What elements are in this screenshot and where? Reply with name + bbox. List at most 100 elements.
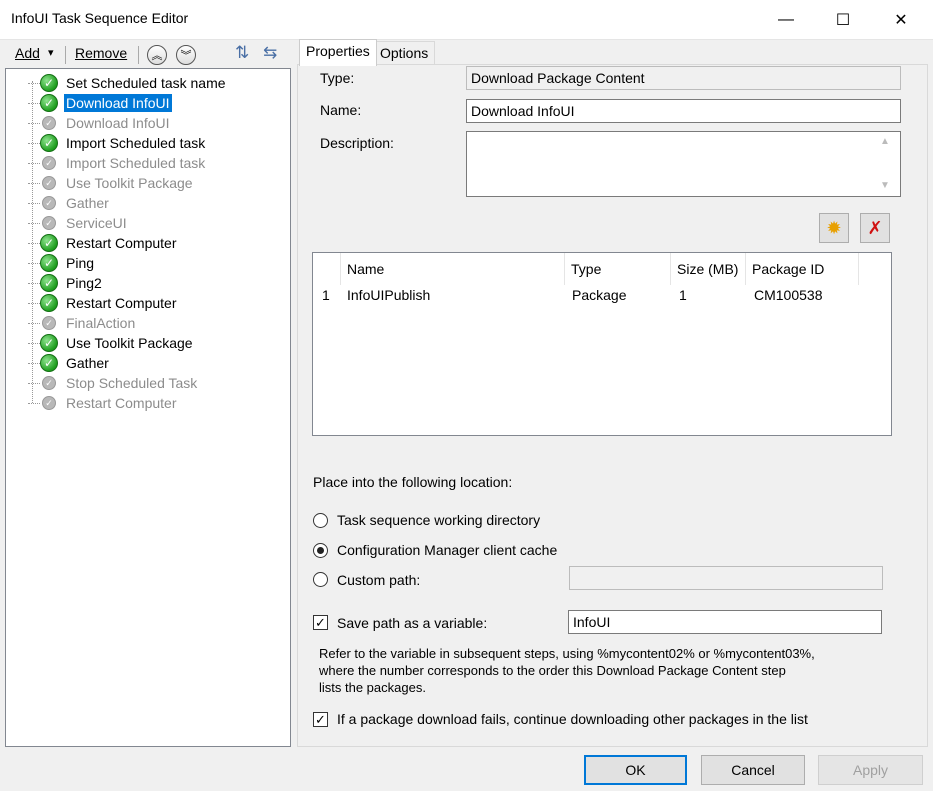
description-input[interactable] bbox=[466, 131, 901, 197]
tree-item-label: ServiceUI bbox=[66, 215, 127, 231]
custom-path-label[interactable]: Custom path: bbox=[337, 572, 420, 588]
tree-toolbar: Add ▾ Remove ︽ ︾ ⇅ ⇆ bbox=[5, 42, 295, 68]
table-row[interactable]: 1 InfoUIPublish Package 1 CM100538 bbox=[313, 286, 891, 306]
save-path-checkbox[interactable]: ✓ bbox=[313, 615, 328, 630]
continue-on-fail-checkbox[interactable]: ✓ bbox=[313, 712, 328, 727]
tree-item[interactable]: ✓ ServiceUI bbox=[6, 213, 286, 233]
tree-item[interactable]: ✓ Gather bbox=[6, 193, 286, 213]
tab-properties[interactable]: Properties bbox=[299, 39, 377, 66]
column-header-type[interactable]: Type bbox=[565, 253, 671, 285]
step-status-icon: ✓ bbox=[40, 134, 58, 152]
tree-item-label: Ping bbox=[66, 255, 95, 271]
tree-item[interactable]: ✓ FinalAction bbox=[6, 313, 286, 333]
column-header-size[interactable]: Size (MB) bbox=[671, 253, 746, 285]
move-up-button[interactable]: ︽ bbox=[147, 45, 167, 65]
tree-item[interactable]: ✓ Stop Scheduled Task bbox=[6, 373, 286, 393]
package-list[interactable]: Name Type Size (MB) Package ID 1 InfoUIP… bbox=[312, 252, 892, 436]
working-directory-label[interactable]: Task sequence working directory bbox=[337, 512, 540, 528]
tree-item-label: Use Toolkit Package bbox=[66, 175, 193, 191]
task-sequence-tree[interactable]: ✓ Set Scheduled task name ✓ Download InfoU… bbox=[5, 68, 291, 747]
maximize-button[interactable]: ☐ bbox=[820, 0, 866, 40]
step-status-icon: ✓ bbox=[42, 376, 56, 390]
maximize-icon: ☐ bbox=[835, 12, 851, 29]
add-dropdown-icon[interactable]: ▾ bbox=[48, 46, 54, 59]
tree-connector bbox=[28, 363, 40, 364]
tree-item[interactable]: ✓ Use Toolkit Package bbox=[6, 173, 286, 193]
tree-item-label: Restart Computer bbox=[66, 235, 177, 251]
tree-item-label: Import Scheduled task bbox=[66, 155, 206, 171]
custom-path-radio[interactable] bbox=[313, 572, 328, 587]
add-menu-button[interactable]: Add bbox=[15, 45, 40, 61]
tree-item[interactable]: ✓ Restart Computer bbox=[6, 293, 286, 313]
column-header-name[interactable]: Name bbox=[341, 253, 565, 285]
custom-path-input bbox=[569, 566, 883, 590]
step-status-icon: ✓ bbox=[42, 196, 56, 210]
tree-item[interactable]: ✓ Gather bbox=[6, 353, 286, 373]
tree-item[interactable]: ✓ Download InfoUI bbox=[6, 113, 286, 133]
title-bar: InfoUI Task Sequence Editor — ☐ ✕ bbox=[0, 0, 933, 40]
toolbar-separator bbox=[138, 46, 139, 64]
step-status-icon: ✓ bbox=[42, 316, 56, 330]
add-package-button[interactable]: ✹ bbox=[819, 213, 849, 243]
scroll-down-icon[interactable]: ▼ bbox=[880, 180, 890, 191]
continue-on-fail-label[interactable]: If a package download fails, continue do… bbox=[337, 711, 808, 727]
tree-item-label: Stop Scheduled Task bbox=[66, 375, 198, 391]
row-type: Package bbox=[572, 287, 627, 303]
move-up-icon: ︽ bbox=[151, 50, 163, 62]
apply-button[interactable]: Apply bbox=[818, 755, 923, 785]
tree-item-label: Import Scheduled task bbox=[66, 135, 206, 151]
tab-options[interactable]: Options bbox=[373, 41, 436, 65]
toolbar-separator bbox=[65, 46, 66, 64]
tree-item-label: FinalAction bbox=[66, 315, 136, 331]
close-icon: ✕ bbox=[894, 12, 908, 29]
column-header[interactable] bbox=[313, 253, 341, 285]
tree-connector bbox=[28, 123, 40, 124]
tree-connector bbox=[28, 103, 40, 104]
indent-icon[interactable]: ⇆ bbox=[263, 43, 277, 63]
new-icon: ✹ bbox=[826, 217, 842, 238]
step-status-icon: ✓ bbox=[42, 216, 56, 230]
step-status-icon: ✓ bbox=[40, 94, 58, 112]
tree-connector bbox=[28, 263, 40, 264]
save-path-input[interactable]: InfoUI bbox=[568, 610, 882, 634]
save-path-label[interactable]: Save path as a variable: bbox=[337, 615, 487, 631]
help-line: where the number corresponds to the orde… bbox=[319, 663, 786, 678]
scroll-up-icon[interactable]: ▲ bbox=[880, 136, 890, 147]
working-directory-radio[interactable] bbox=[313, 513, 328, 528]
ok-button[interactable]: OK bbox=[584, 755, 687, 785]
close-button[interactable]: ✕ bbox=[878, 0, 924, 40]
step-status-icon: ✓ bbox=[40, 254, 58, 272]
tree-item[interactable]: ✓ Import Scheduled task bbox=[6, 153, 286, 173]
name-input[interactable]: Download InfoUI bbox=[466, 99, 901, 123]
tree-item[interactable]: ✓ Ping2 bbox=[6, 273, 286, 293]
minimize-icon: — bbox=[778, 11, 794, 28]
location-heading: Place into the following location: bbox=[313, 474, 513, 490]
tree-connector bbox=[28, 83, 40, 84]
tree-item[interactable]: ✓ Set Scheduled task name bbox=[6, 73, 286, 93]
tree-connector bbox=[28, 163, 40, 164]
tree-connector bbox=[28, 383, 40, 384]
delete-package-button[interactable]: ✗ bbox=[860, 213, 890, 243]
name-label: Name: bbox=[320, 102, 362, 118]
minimize-button[interactable]: — bbox=[763, 0, 809, 40]
tree-item[interactable]: ✓ Restart Computer bbox=[6, 233, 286, 253]
tree-item[interactable]: ✓ Import Scheduled task bbox=[6, 133, 286, 153]
tree-item-label: Download InfoUI bbox=[64, 94, 172, 112]
client-cache-radio[interactable] bbox=[313, 543, 328, 558]
remove-button[interactable]: Remove bbox=[75, 45, 127, 61]
column-header-package-id[interactable]: Package ID bbox=[746, 253, 859, 285]
tree-item[interactable]: ✓ Ping bbox=[6, 253, 286, 273]
tree-item[interactable]: ✓ Use Toolkit Package bbox=[6, 333, 286, 353]
sort-icon[interactable]: ⇅ bbox=[235, 43, 249, 63]
tree-item[interactable]: ✓ Download InfoUI bbox=[6, 93, 286, 113]
step-status-icon: ✓ bbox=[40, 334, 58, 352]
tree-item-label: Set Scheduled task name bbox=[66, 75, 226, 91]
tree-connector bbox=[28, 283, 40, 284]
tree-item-label: Restart Computer bbox=[66, 295, 177, 311]
tree-item[interactable]: ✓ Restart Computer bbox=[6, 393, 286, 413]
move-down-button[interactable]: ︾ bbox=[176, 45, 196, 65]
client-cache-label[interactable]: Configuration Manager client cache bbox=[337, 542, 557, 558]
tree-item-label: Ping2 bbox=[66, 275, 102, 291]
row-package-id: CM100538 bbox=[754, 287, 823, 303]
cancel-button[interactable]: Cancel bbox=[701, 755, 805, 785]
